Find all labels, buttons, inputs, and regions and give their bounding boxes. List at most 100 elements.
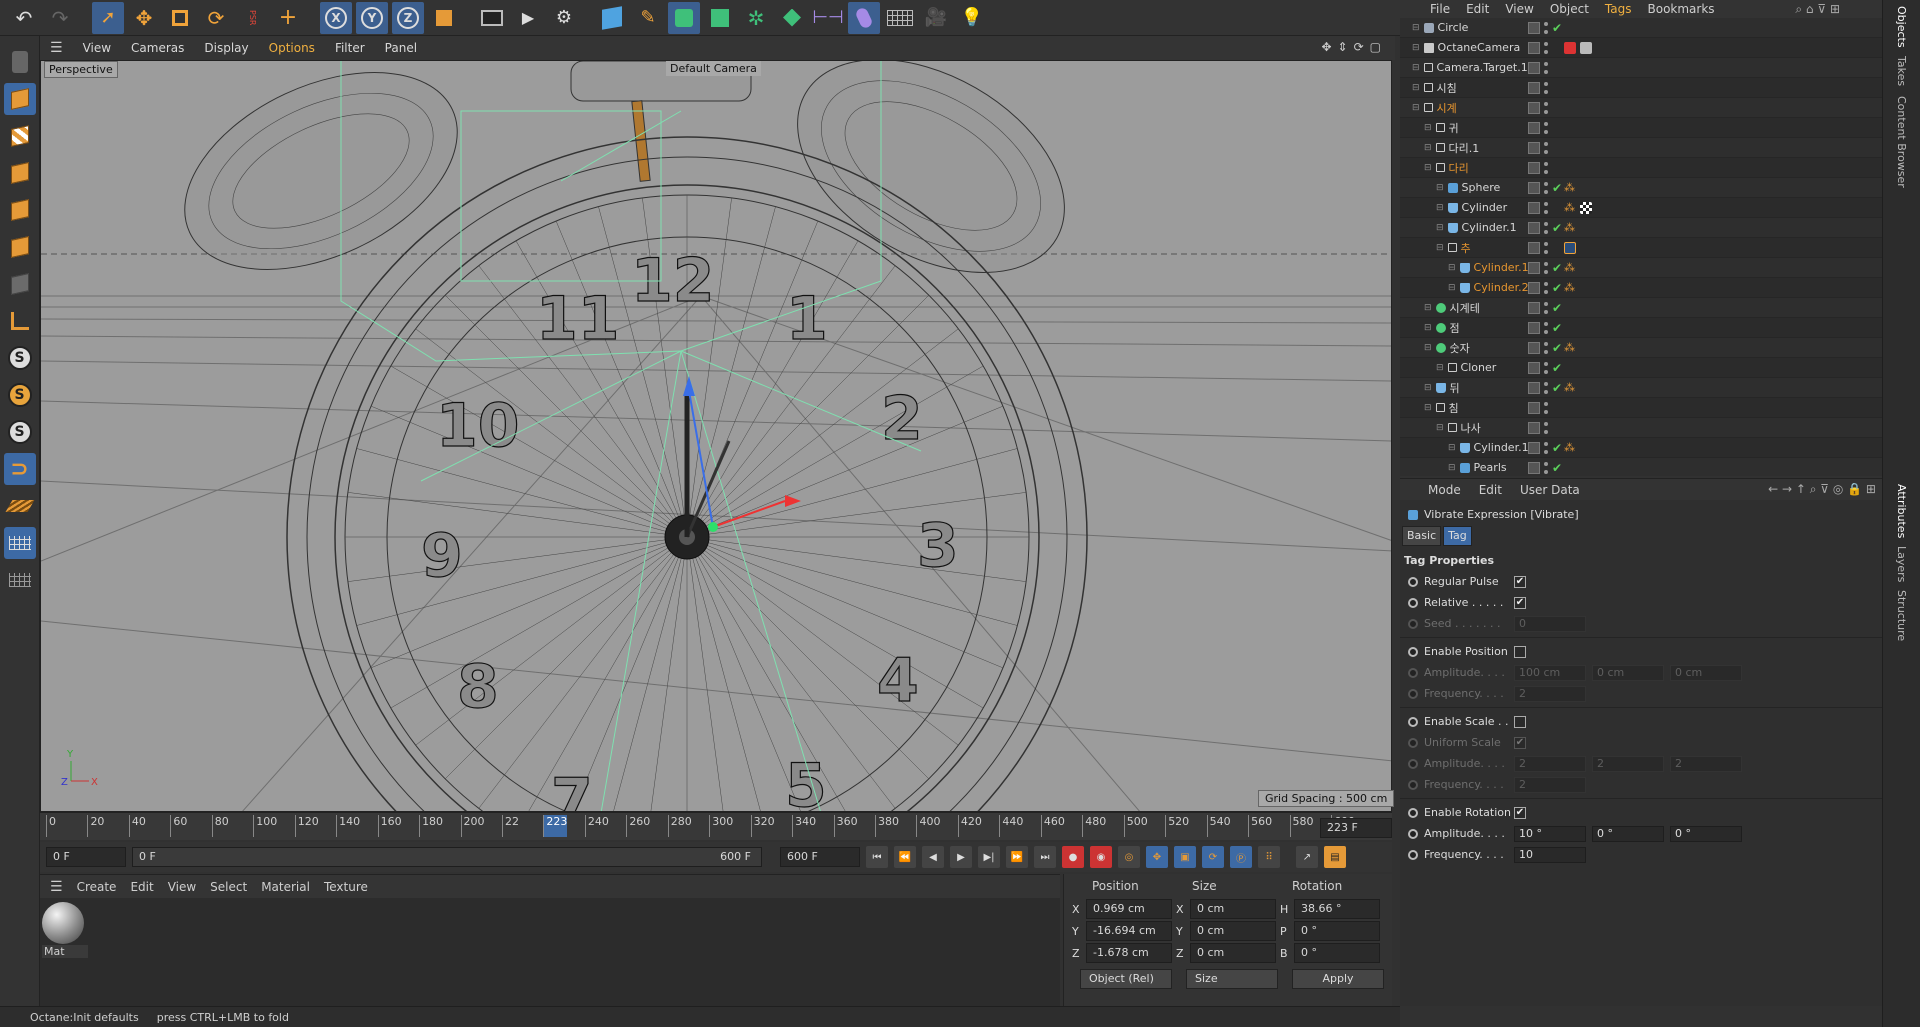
snap-icon[interactable]: S: [4, 342, 36, 374]
visibility-dots-icon[interactable]: [1544, 261, 1548, 274]
menu-bookmarks[interactable]: Bookmarks: [1648, 2, 1715, 16]
mode-menu[interactable]: Mode: [1428, 483, 1461, 497]
pen-icon[interactable]: ✎: [632, 2, 664, 34]
menu-view[interactable]: View: [168, 880, 196, 894]
visibility-dots-icon[interactable]: [1544, 361, 1548, 374]
expand-icon[interactable]: ⊟: [1448, 443, 1456, 453]
start-frame-field[interactable]: 0 F: [46, 847, 126, 867]
edge-mode-icon[interactable]: [4, 194, 36, 226]
visibility-dots-icon[interactable]: [1544, 41, 1548, 54]
y-axis-icon[interactable]: Y: [356, 1, 388, 34]
array-icon[interactable]: [776, 2, 808, 34]
redo-icon[interactable]: ↷: [44, 2, 76, 34]
hamburger-icon[interactable]: ☰: [50, 40, 63, 56]
edit-menu[interactable]: Edit: [1479, 483, 1502, 497]
object-row[interactable]: ⊟ 시계: [1400, 98, 1882, 118]
size-y-field[interactable]: 0 cm: [1190, 921, 1276, 941]
position-y-field[interactable]: -16.694 cm: [1086, 921, 1172, 941]
menu-cameras[interactable]: Cameras: [131, 41, 184, 55]
enabled-check-icon[interactable]: ✔: [1552, 321, 1562, 335]
layer-icon[interactable]: [1528, 41, 1540, 54]
layer-icon[interactable]: [1528, 461, 1540, 474]
material-tag-icon[interactable]: ⁂: [1564, 281, 1576, 294]
object-row[interactable]: ⊟ Cylinder.1 ✔ ⁂: [1400, 438, 1882, 458]
visibility-dots-icon[interactable]: [1544, 301, 1548, 314]
tab-tag[interactable]: Tag: [1443, 525, 1472, 546]
expand-icon[interactable]: ⊟: [1412, 83, 1420, 93]
autokey-icon[interactable]: ◉: [1090, 846, 1112, 868]
play-icon[interactable]: ▶: [950, 846, 972, 868]
menu-create[interactable]: Create: [77, 880, 117, 894]
layer-icon[interactable]: [1528, 221, 1540, 234]
point-mode-icon[interactable]: [4, 157, 36, 189]
polygon-mode-icon[interactable]: [4, 231, 36, 263]
menu-texture[interactable]: Texture: [324, 880, 368, 894]
menu-material[interactable]: Material: [261, 880, 310, 894]
visibility-dots-icon[interactable]: [1544, 61, 1548, 74]
enabled-check-icon[interactable]: ✔: [1552, 21, 1562, 35]
vibrate-tag-icon[interactable]: [1564, 241, 1576, 254]
expand-icon[interactable]: ⊟: [1424, 403, 1432, 413]
object-row[interactable]: ⊟ 시계테 ✔: [1400, 298, 1882, 318]
timeline-icon[interactable]: ▤: [1324, 846, 1346, 868]
coord-system-icon[interactable]: [428, 2, 460, 34]
size-mode-select[interactable]: Size: [1186, 969, 1278, 989]
rotation-h-field[interactable]: 38.66 °: [1294, 899, 1380, 919]
tab-takes[interactable]: Takes: [1895, 56, 1908, 86]
camera-icon[interactable]: 🎥: [920, 2, 952, 34]
uv-mode-icon[interactable]: [4, 268, 36, 300]
object-row[interactable]: ⊟ 다리.1: [1400, 138, 1882, 158]
tab-attributes[interactable]: Attributes: [1895, 484, 1908, 538]
light-icon[interactable]: 💡: [956, 2, 988, 34]
position-z-field[interactable]: -1.678 cm: [1086, 943, 1172, 963]
expand-icon[interactable]: ⊟: [1436, 363, 1444, 373]
key-scale-icon[interactable]: ▣: [1174, 846, 1196, 868]
rot-amp-anim[interactable]: [1408, 828, 1418, 839]
menu-display[interactable]: Display: [204, 41, 248, 55]
enabled-check-icon[interactable]: ✔: [1552, 281, 1562, 295]
expand-icon[interactable]: ⊟: [1436, 223, 1444, 233]
menu-edit[interactable]: Edit: [130, 880, 153, 894]
enabled-check-icon[interactable]: ✔: [1552, 261, 1562, 275]
cloner-icon[interactable]: ✲: [740, 2, 772, 34]
menu-tags[interactable]: Tags: [1605, 2, 1632, 16]
object-row[interactable]: ⊟ 침: [1400, 398, 1882, 418]
sculpt-icon[interactable]: [4, 564, 36, 596]
expand-icon[interactable]: ⊟: [1412, 103, 1420, 113]
material-tag-icon[interactable]: ⁂: [1564, 221, 1576, 234]
object-row[interactable]: ⊟ Pearls ✔: [1400, 458, 1882, 476]
relative-anim[interactable]: [1408, 597, 1418, 608]
expand-icon[interactable]: ⊟: [1424, 123, 1432, 133]
uniform-scale-checkbox[interactable]: ✔: [1514, 736, 1526, 749]
layer-icon[interactable]: [1528, 181, 1540, 194]
current-frame-field[interactable]: 223 F: [1320, 818, 1392, 838]
scale-amp-z-field[interactable]: 2: [1670, 755, 1742, 772]
deformer-icon[interactable]: ⊢⊣: [812, 2, 844, 34]
scale-amp-x-field[interactable]: 2: [1514, 755, 1586, 772]
enable-scale-anim[interactable]: [1408, 716, 1418, 727]
visibility-dots-icon[interactable]: [1544, 181, 1548, 194]
visibility-dots-icon[interactable]: [1544, 321, 1548, 334]
layer-icon[interactable]: [1528, 101, 1540, 114]
key-position-icon[interactable]: ✥: [1146, 846, 1168, 868]
visibility-dots-icon[interactable]: [1544, 341, 1548, 354]
add-icon[interactable]: +: [272, 2, 304, 34]
layer-icon[interactable]: [1528, 81, 1540, 94]
user-data-menu[interactable]: User Data: [1520, 483, 1580, 497]
make-editable-icon[interactable]: [4, 46, 36, 78]
object-row[interactable]: ⊟ Cloner ✔: [1400, 358, 1882, 378]
menu-options[interactable]: Options: [269, 41, 315, 55]
regular-pulse-checkbox[interactable]: ✔: [1514, 575, 1526, 588]
rot-amp-p-field[interactable]: 0 °: [1592, 825, 1664, 842]
layer-icon[interactable]: [1528, 121, 1540, 134]
tab-layers[interactable]: Layers: [1895, 546, 1908, 582]
object-row[interactable]: ⊟ 뒤 ✔ ⁂: [1400, 378, 1882, 398]
layer-icon[interactable]: [1528, 381, 1540, 394]
camera-label[interactable]: Default Camera: [666, 61, 761, 76]
layer-icon[interactable]: [1528, 61, 1540, 74]
layer-icon[interactable]: [1528, 441, 1540, 454]
object-row[interactable]: ⊟ Cylinder.2 ✔ ⁂: [1400, 278, 1882, 298]
expand-icon[interactable]: ⊟: [1448, 283, 1456, 293]
layer-icon[interactable]: [1528, 161, 1540, 174]
render-settings-icon[interactable]: ⚙: [548, 2, 580, 34]
